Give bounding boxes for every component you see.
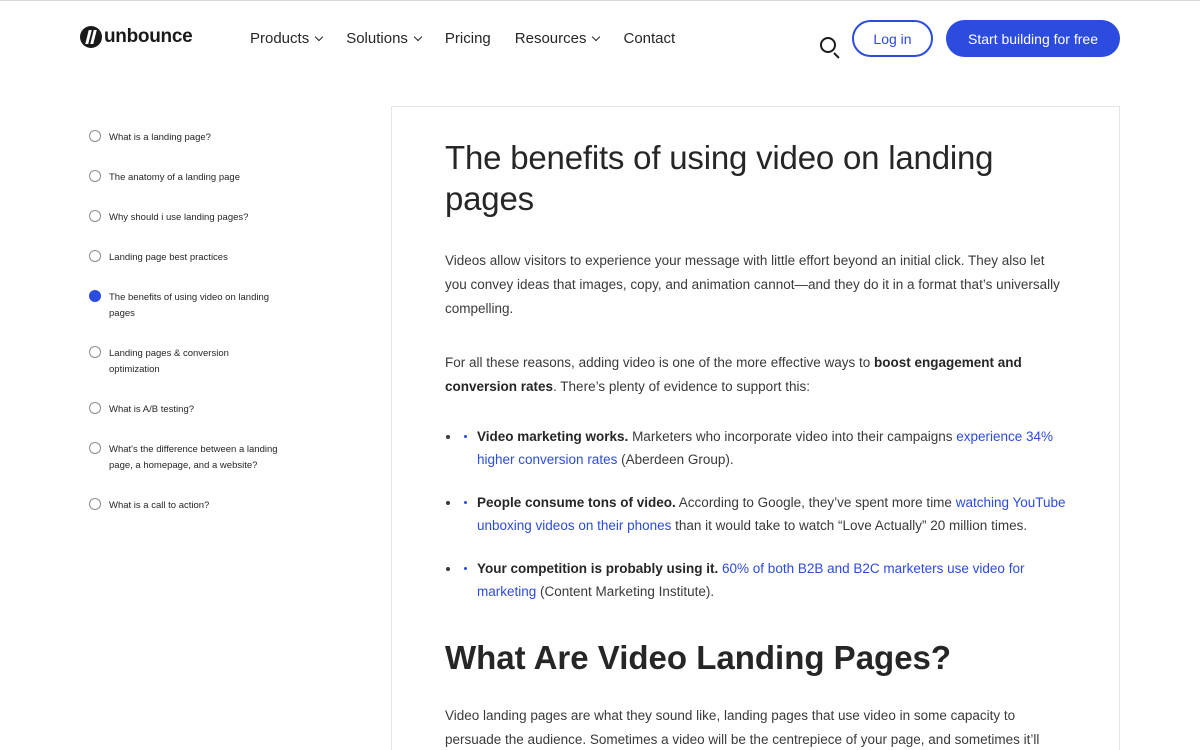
bold-text: People consume tons of video. [477, 495, 676, 510]
nav-item-resources[interactable]: Resources [514, 30, 601, 47]
nav-item-contact[interactable]: Contact [623, 30, 675, 47]
radio-icon [89, 130, 101, 142]
toc-item-difference[interactable]: What's the difference between a landing … [89, 440, 279, 474]
toc-item-ab-testing[interactable]: What is A/B testing? [89, 400, 279, 418]
radio-icon [89, 498, 101, 510]
nav-label: Resources [514, 30, 587, 47]
radio-icon [89, 346, 101, 358]
toc-label: What's the difference between a landing … [109, 444, 278, 471]
nav-item-pricing[interactable]: Pricing [445, 30, 491, 47]
nav-label: Pricing [444, 30, 491, 47]
nav-label: Solutions [346, 30, 408, 47]
paragraph: For all these reasons, adding video is o… [445, 351, 1070, 399]
nav-label: Products [250, 30, 310, 47]
site-header: unbounce Products Solutions Pricing Reso… [0, 0, 1200, 78]
paragraph: Video landing pages are what they sound … [445, 708, 1040, 747]
radio-icon [89, 402, 101, 414]
toc-label: What is a call to action? [109, 500, 210, 511]
chevron-down-icon [314, 32, 324, 41]
bold-text: Your competition is probably using it. [477, 561, 719, 576]
bullet-list: Video marketing works. Marketers who inc… [445, 425, 1070, 603]
toc-label: Landing pages & conversion optimization [109, 348, 229, 375]
toc-item-conversion-optimization[interactable]: Landing pages & conversion optimization [89, 344, 279, 378]
text: For all these reasons, adding video is o… [445, 355, 874, 370]
toc-item-call-to-action[interactable]: What is a call to action? [89, 496, 279, 514]
text: (Content Marketing Institute). [536, 584, 715, 599]
nav-item-solutions[interactable]: Solutions [346, 30, 423, 47]
toc-label: Landing page best practices [109, 252, 228, 263]
main-nav: Products Solutions Pricing Resources Con… [250, 30, 699, 47]
list-item: People consume tons of video. According … [461, 491, 1070, 537]
nav-label: Contact [623, 30, 676, 47]
list-item: Your competition is probably using it. 6… [461, 557, 1070, 603]
section-heading: What Are Video Landing Pages? [445, 639, 952, 676]
paragraph: Videos allow visitors to experience your… [445, 253, 1060, 316]
search-icon-handle [833, 52, 840, 59]
login-button[interactable]: Log in [852, 20, 933, 57]
radio-icon [89, 442, 101, 454]
text: than it would take to watch “Love Actual… [671, 518, 1028, 533]
chevron-down-icon [413, 32, 423, 41]
toc-item-best-practices[interactable]: Landing page best practices [89, 248, 279, 266]
bold-text: Video marketing works. [477, 429, 629, 444]
toc-item-video-benefits[interactable]: The benefits of using video on landing p… [89, 288, 279, 322]
nav-item-products[interactable]: Products [250, 30, 324, 47]
toc-label: What is A/B testing? [109, 404, 195, 415]
article-content: The benefits of using video on landing p… [445, 137, 1070, 750]
text: (Aberdeen Group). [617, 452, 734, 467]
toc-item-what-is-landing-page[interactable]: What is a landing page? [89, 128, 279, 146]
unbounce-logo-icon [80, 26, 102, 48]
logo[interactable]: unbounce [80, 26, 193, 48]
chevron-down-icon [592, 32, 601, 41]
radio-icon [89, 170, 101, 182]
toc-label: The anatomy of a landing page [109, 172, 240, 183]
logo-text: unbounce [104, 26, 193, 47]
start-building-button[interactable]: Start building for free [946, 20, 1120, 57]
table-of-contents: What is a landing page? The anatomy of a… [89, 128, 279, 536]
toc-label: What is a landing page? [109, 132, 211, 143]
radio-selected-icon [89, 290, 101, 302]
radio-icon [89, 250, 101, 262]
search-icon[interactable] [820, 37, 840, 59]
text: . There’s plenty of evidence to support … [553, 379, 810, 394]
text: Marketers who incorporate video into the… [628, 429, 957, 444]
section-heading: The benefits of using video on landing p… [445, 139, 994, 217]
toc-label: Why should i use landing pages? [109, 212, 249, 223]
toc-label: The benefits of using video on landing p… [109, 292, 270, 319]
toc-item-why-use[interactable]: Why should i use landing pages? [89, 208, 279, 226]
article-card: The benefits of using video on landing p… [391, 106, 1120, 750]
search-icon-ring [820, 37, 836, 53]
text: According to Google, they’ve spent more … [675, 495, 956, 510]
list-item: Video marketing works. Marketers who inc… [461, 425, 1070, 471]
toc-item-anatomy[interactable]: The anatomy of a landing page [89, 168, 279, 186]
radio-icon [89, 210, 101, 222]
